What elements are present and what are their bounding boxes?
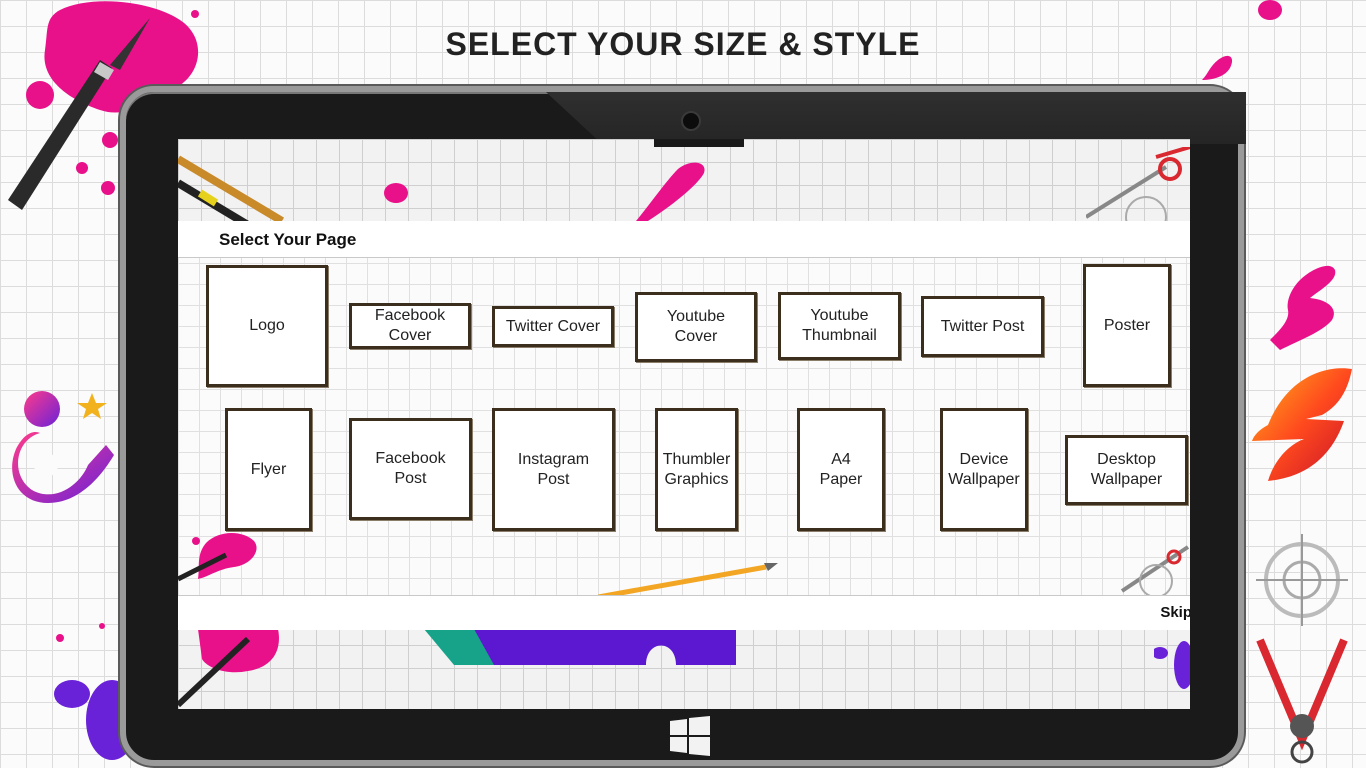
tablet-screen: Select Your Page Logo Facebook Cover Twi… bbox=[178, 139, 1190, 709]
select-page-dialog: Select Your Page Logo Facebook Cover Twi… bbox=[178, 221, 1190, 630]
page-option-twitter-cover[interactable]: Twitter Cover bbox=[492, 306, 614, 347]
brand-logo-right bbox=[1252, 368, 1352, 481]
purple-splash-screen-bottom-right bbox=[1154, 641, 1190, 689]
windows-logo-icon[interactable] bbox=[670, 716, 710, 756]
pencil-decoration bbox=[598, 563, 778, 597]
page-option-youtube-cover[interactable]: Youtube Cover bbox=[635, 292, 757, 362]
page-option-flyer[interactable]: Flyer bbox=[225, 408, 312, 531]
page-option-device-wallpaper[interactable]: Device Wallpaper bbox=[940, 408, 1028, 531]
pink-splash-dialog-left bbox=[178, 533, 257, 582]
pencils-decoration bbox=[178, 155, 285, 229]
ink-splash-bottom-left bbox=[54, 623, 130, 760]
page-option-thumbler-graphics[interactable]: Thumbler Graphics bbox=[655, 408, 738, 531]
page-option-instagram-post[interactable]: Instagram Post bbox=[492, 408, 615, 531]
pink-splash-screen-top bbox=[384, 162, 705, 221]
page-option-facebook-post[interactable]: Facebook Post bbox=[349, 418, 472, 520]
page-option-twitter-post[interactable]: Twitter Post bbox=[921, 296, 1044, 357]
dialog-header: Select Your Page bbox=[178, 221, 1190, 258]
bezel-glare bbox=[546, 92, 1246, 144]
dialog-footer: Skip bbox=[178, 595, 1190, 630]
purple-shape-screen-bottom bbox=[424, 629, 736, 665]
tablet-device: Select Your Page Logo Facebook Cover Twi… bbox=[120, 86, 1246, 766]
page-headline: SELECT YOUR SIZE & STYLE bbox=[445, 26, 921, 62]
dialog-title: Select Your Page bbox=[219, 230, 357, 249]
skip-button[interactable]: Skip bbox=[1160, 604, 1190, 621]
brand-logo-left bbox=[12, 391, 114, 503]
page-option-logo[interactable]: Logo bbox=[206, 265, 328, 387]
compass-tool-icon bbox=[1256, 534, 1348, 764]
page-option-poster[interactable]: Poster bbox=[1083, 264, 1171, 387]
page-option-youtube-thumbnail[interactable]: Youtube Thumbnail bbox=[778, 292, 901, 360]
camera-icon bbox=[681, 111, 701, 131]
page-option-facebook-cover[interactable]: Facebook Cover bbox=[349, 303, 471, 349]
screen-notch bbox=[654, 139, 744, 147]
pink-splash-screen-bottom bbox=[178, 629, 279, 708]
page-option-desktop-wallpaper[interactable]: Desktop Wallpaper bbox=[1065, 435, 1188, 505]
compass-dialog-right bbox=[1120, 545, 1190, 595]
compass-screen-top-right bbox=[1086, 147, 1190, 221]
page-option-a4-paper[interactable]: A4 Paper bbox=[797, 408, 885, 531]
